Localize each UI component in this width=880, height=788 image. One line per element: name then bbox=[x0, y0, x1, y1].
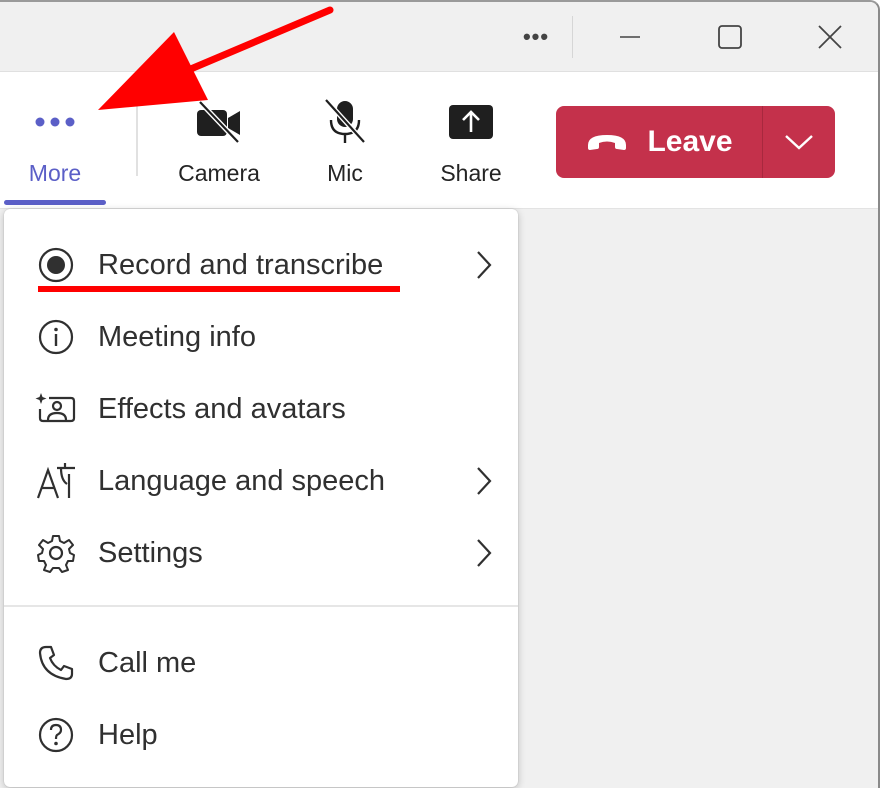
chevron-right-icon bbox=[477, 539, 492, 567]
chevron-down-icon bbox=[785, 135, 813, 150]
menu-item-call-me[interactable]: Call me bbox=[4, 627, 518, 699]
help-icon bbox=[38, 717, 74, 753]
menu-item-language-and-speech[interactable]: Language and speech bbox=[4, 445, 518, 517]
leave-button-group: Leave bbox=[556, 106, 835, 178]
meeting-toolbar: More Camera Mic Share Leave bbox=[0, 72, 878, 209]
camera-button[interactable]: Camera bbox=[164, 72, 274, 209]
active-tab-indicator bbox=[4, 200, 106, 205]
minimize-button[interactable] bbox=[600, 2, 660, 72]
close-window-button[interactable] bbox=[800, 2, 860, 72]
menu-item-effects-and-avatars[interactable]: Effects and avatars bbox=[4, 373, 518, 445]
camera-label: Camera bbox=[178, 160, 260, 186]
teams-meeting-window: ••• More Camera Mic Share Leave Record a… bbox=[0, 0, 880, 788]
leave-options-dropdown[interactable] bbox=[763, 106, 835, 178]
menu-item-label: Call me bbox=[98, 646, 197, 679]
menu-item-label: Effects and avatars bbox=[98, 392, 346, 425]
share-label: Share bbox=[440, 160, 502, 186]
menu-item-label: Help bbox=[98, 718, 158, 751]
effects-icon bbox=[35, 393, 76, 423]
menu-item-help[interactable]: Help bbox=[4, 699, 518, 771]
hang-up-icon bbox=[588, 135, 627, 150]
title-bar: ••• bbox=[0, 2, 878, 72]
camera-off-icon bbox=[197, 100, 240, 144]
mic-button[interactable]: Mic bbox=[290, 72, 400, 209]
record-icon bbox=[38, 247, 74, 283]
title-separator bbox=[572, 16, 573, 58]
menu-item-settings[interactable]: Settings bbox=[4, 517, 518, 589]
more-horizontal-icon: ••• bbox=[522, 24, 550, 49]
menu-item-label: Record and transcribe bbox=[98, 248, 384, 281]
title-more-button[interactable]: ••• bbox=[508, 2, 564, 72]
close-icon bbox=[818, 25, 842, 49]
leave-button[interactable]: Leave bbox=[556, 106, 762, 178]
share-button[interactable]: Share bbox=[416, 72, 526, 209]
more-label: More bbox=[28, 160, 82, 186]
leave-label: Leave bbox=[647, 125, 733, 158]
share-icon bbox=[449, 105, 493, 139]
phone-icon bbox=[38, 645, 74, 681]
maximize-button[interactable] bbox=[700, 2, 760, 72]
menu-item-label: Meeting info bbox=[98, 320, 256, 353]
chevron-right-icon bbox=[477, 251, 492, 279]
menu-item-label: Language and speech bbox=[98, 464, 386, 497]
menu-item-label: Settings bbox=[98, 536, 203, 569]
minimize-icon bbox=[620, 36, 640, 38]
annotation-underline bbox=[38, 286, 400, 292]
language-icon bbox=[36, 463, 75, 499]
toolbar-divider bbox=[136, 104, 138, 176]
menu-item-meeting-info[interactable]: Meeting info bbox=[4, 301, 518, 373]
mic-label: Mic bbox=[327, 160, 363, 186]
gear-icon bbox=[37, 535, 75, 573]
menu-divider bbox=[4, 605, 518, 607]
info-icon bbox=[38, 319, 74, 355]
more-button[interactable]: More bbox=[0, 72, 110, 209]
more-horizontal-icon bbox=[35, 117, 75, 127]
maximize-icon bbox=[718, 25, 742, 49]
mic-off-icon bbox=[324, 98, 366, 144]
more-menu: Record and transcribe Meeting info Effec… bbox=[4, 209, 518, 787]
chevron-right-icon bbox=[477, 467, 492, 495]
